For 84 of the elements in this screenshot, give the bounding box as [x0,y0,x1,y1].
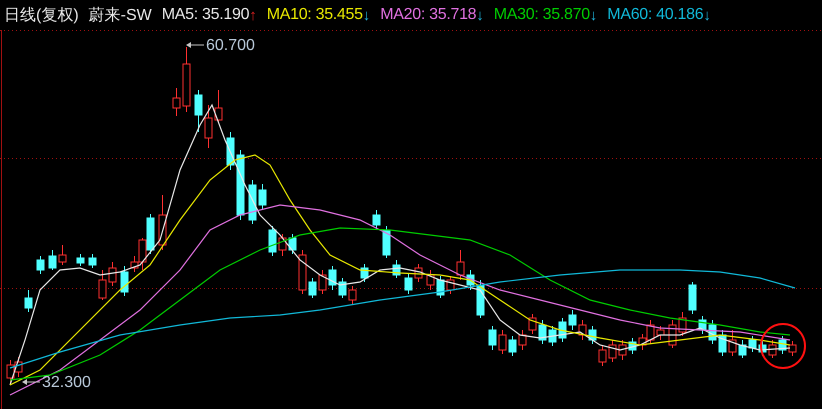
high-price-label: 60.700 [206,37,255,54]
candlestick [268,226,276,256]
candlestick [108,262,116,286]
candlestick [708,320,716,344]
candlestick [120,266,128,296]
candlestick [578,320,586,340]
candlestick [392,260,400,278]
moving-average-reading: MA60: 40.186 [607,6,704,24]
trend-arrow: ↓ [590,6,598,24]
trend-arrow: ↓ [703,6,711,24]
candlestick [728,330,736,356]
candlestick [328,266,336,290]
moving-average-reading: MA10: 35.455 [266,6,363,24]
candlestick [98,270,106,300]
candlestick [668,320,676,348]
candlestick [678,312,686,336]
candlestick [436,276,444,298]
stock-name: 蔚来-SW [88,6,152,26]
candlestick [248,180,256,224]
candlestick [360,264,368,282]
trend-arrow: ↓ [476,6,484,24]
candlestick [718,330,726,356]
candlestick [308,278,316,298]
candlestick [158,194,166,250]
candlestick [278,234,286,256]
candlestick [298,250,306,294]
candlestick [548,326,556,346]
candlestick [446,276,454,294]
trend-arrow: ↓ [362,6,370,24]
candlestick [36,256,44,274]
candlestick [628,338,636,354]
highlight-circle [760,323,806,369]
candlestick [698,316,706,334]
candlestick [404,274,412,294]
candlestick [748,336,756,352]
candlestick [288,234,296,254]
candlestick [568,310,576,330]
candlestick [738,340,746,358]
period-label: 日线(复权) [4,6,79,26]
candlestick [588,326,596,344]
trend-arrow: ↑ [249,6,257,24]
low-price-label: 32.300 [42,374,91,391]
candlestick [778,336,786,354]
candlestick [338,278,346,298]
candlestick [48,250,56,270]
candlestick [258,184,266,210]
candlestick [426,270,434,290]
candlestick [58,244,66,266]
candlestick [688,282,696,314]
candlestick [456,250,464,280]
candlestick [768,340,776,358]
moving-average-reading: MA5: 35.190 [162,6,250,24]
candlestick [528,314,536,334]
candlestick [88,254,96,268]
candlestick [656,326,664,340]
candlestick [466,270,474,290]
candlestick [194,90,202,132]
candlestick [236,150,244,220]
candlestick [788,340,796,356]
moving-average-reading: MA30: 35.870 [494,6,590,24]
candlestick [558,318,566,342]
candlestick [488,326,496,350]
candlestick [618,340,626,360]
candlestick [518,330,526,350]
candlestick [382,226,390,258]
candlestick [608,340,616,362]
leader-arrow [22,379,40,385]
candlestick [318,270,326,294]
candlestick [498,330,506,354]
candlestick [214,90,222,122]
candlestick [372,210,380,230]
candlestick [172,88,180,116]
candlestick [508,336,516,356]
candlestick [182,46,190,112]
leader-arrow [186,42,204,48]
candlestick [76,254,84,266]
candlestick [24,290,32,312]
candlestick [204,104,212,148]
candlestick [598,346,606,366]
candlestick [226,132,234,170]
candlestick [538,320,546,344]
candlestick [414,264,422,282]
candlestick [348,286,356,304]
moving-average-reading: MA20: 35.718 [380,6,476,24]
